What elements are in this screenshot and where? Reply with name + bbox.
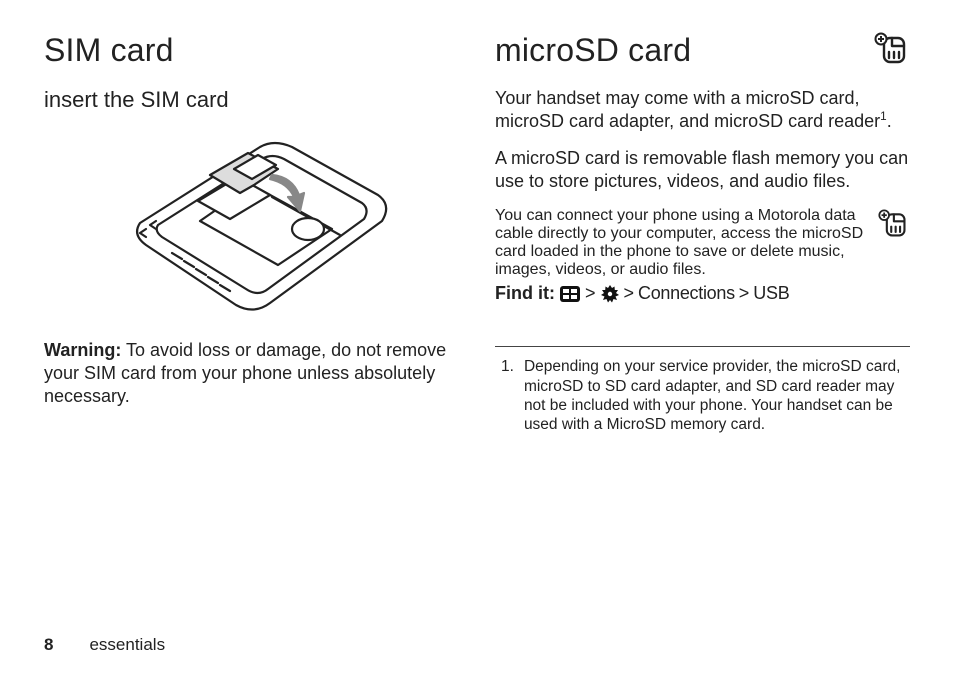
- page-footer: 8 essentials: [44, 635, 165, 655]
- left-column: SIM card insert the SIM card: [44, 32, 459, 435]
- footnote-text: Depending on your service provider, the …: [524, 357, 910, 435]
- sep-1: >: [585, 283, 596, 304]
- findit-connections: Connections: [638, 283, 735, 304]
- p1-text-b: .: [887, 111, 892, 131]
- sep-2: >: [624, 283, 635, 304]
- sep-3: >: [739, 283, 750, 304]
- microsd-intro-paragraph: Your handset may come with a microSD car…: [495, 87, 910, 133]
- page-number: 8: [44, 635, 53, 654]
- footnote-1: 1. Depending on your service provider, t…: [495, 357, 910, 435]
- sim-warning-paragraph: Warning: To avoid loss or damage, do not…: [44, 339, 459, 408]
- settings-key-icon: [600, 284, 620, 304]
- memory-card-plus-icon: [872, 32, 910, 71]
- warning-label: Warning:: [44, 340, 121, 360]
- footnote-rule: [495, 346, 910, 347]
- find-it-label: Find it:: [495, 283, 555, 304]
- microsd-description-paragraph: A microSD card is removable flash memory…: [495, 147, 910, 193]
- find-it-line: Find it: >: [495, 283, 910, 304]
- section-name: essentials: [89, 635, 165, 654]
- microsd-heading: microSD card: [495, 32, 691, 69]
- insert-sim-subheading: insert the SIM card: [44, 87, 459, 113]
- sim-card-heading: SIM card: [44, 32, 459, 69]
- right-column: microSD card: [495, 32, 910, 435]
- p3-text: You can connect your phone using a Motor…: [495, 207, 863, 278]
- findit-usb: USB: [753, 283, 789, 304]
- sim-insert-illustration: [44, 125, 459, 325]
- footnote-number: 1.: [501, 357, 514, 435]
- memory-card-plus-icon: [876, 209, 910, 244]
- p1-text-a: Your handset may come with a microSD car…: [495, 88, 880, 131]
- menu-key-icon: [559, 285, 581, 303]
- microsd-cable-paragraph: You can connect your phone using a Motor…: [495, 207, 910, 279]
